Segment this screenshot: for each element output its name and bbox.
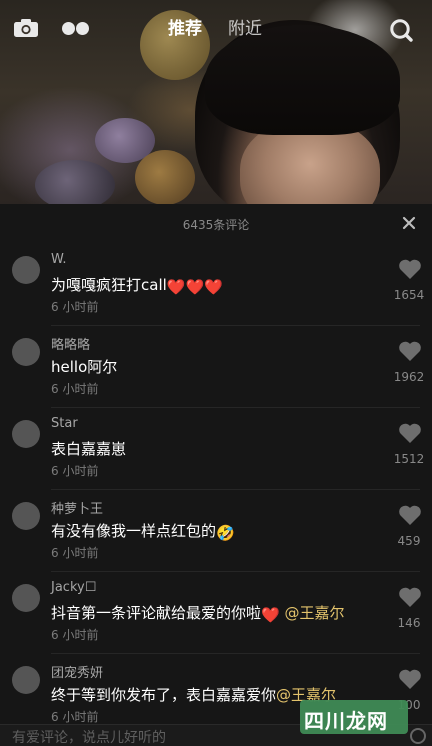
avatar[interactable]	[12, 420, 40, 448]
like-heart-icon[interactable]	[398, 258, 422, 280]
like-count: 1962	[393, 370, 425, 384]
like-heart-icon[interactable]	[398, 340, 422, 362]
comment-text: hello阿尔	[51, 358, 118, 376]
comment-time: 6 小时前	[51, 628, 99, 642]
comment-input[interactable]: 有爱评论，说点儿好听的	[12, 727, 166, 746]
video-balloon	[35, 160, 115, 204]
comment-username[interactable]: Star	[51, 416, 78, 431]
mention-link[interactable]: @王嘉尔	[284, 604, 344, 622]
like-count: 459	[397, 534, 421, 548]
comment-item: 略略略 hello阿尔 6 小时前 1962	[0, 326, 432, 408]
top-nav-bar: 推荐 附近	[0, 0, 432, 60]
comment-username[interactable]: 种萝卜王	[51, 498, 103, 517]
avatar[interactable]	[12, 502, 40, 530]
like-heart-icon[interactable]	[398, 586, 422, 608]
laugh-emoji: 🤣	[216, 524, 235, 542]
comment-item: W. 为嘎嘎疯狂打call❤️❤️❤️ 6 小时前 1654	[0, 244, 432, 326]
avatar[interactable]	[12, 256, 40, 284]
comment-time: 6 小时前	[51, 546, 99, 560]
comment-time: 6 小时前	[51, 382, 99, 396]
close-icon[interactable]	[402, 216, 416, 230]
video-preview[interactable]: 推荐 附近	[0, 0, 432, 204]
comments-header: 6435条评论	[0, 204, 432, 244]
comment-item: Jacky☐ 抖音第一条评论献给最爱的你啦❤️ @王嘉尔 6 小时前 146	[0, 572, 432, 654]
tab-nearby[interactable]: 附近	[228, 18, 262, 40]
comment-count: 6435条评论	[182, 218, 250, 232]
comment-item: 种萝卜王 有没有像我一样点红包的🤣 6 小时前 459	[0, 490, 432, 572]
avatar[interactable]	[12, 584, 40, 612]
comment-time: 6 小时前	[51, 710, 99, 724]
like-count: 1512	[393, 452, 425, 466]
watermark-text: 四川龙网	[304, 709, 388, 733]
comment-text: 有没有像我一样点红包的🤣	[51, 522, 235, 542]
avatar[interactable]	[12, 666, 40, 694]
tab-recommend[interactable]: 推荐	[168, 18, 202, 40]
like-heart-icon[interactable]	[398, 422, 422, 444]
comment-text: 表白嘉嘉崽	[51, 440, 127, 458]
comment-username[interactable]: W.	[51, 252, 67, 267]
heart-emoji: ❤️	[261, 606, 280, 624]
like-count: 146	[397, 616, 421, 630]
heart-emoji: ❤️❤️❤️	[166, 278, 223, 296]
comment-text: 抖音第一条评论献给最爱的你啦❤️ @王嘉尔	[51, 604, 345, 624]
like-count: 1654	[393, 288, 425, 302]
comment-username[interactable]: 团宠秀妍	[51, 662, 103, 681]
search-icon[interactable]	[389, 18, 413, 42]
camera-icon[interactable]	[14, 19, 38, 37]
video-balloon	[135, 150, 195, 204]
at-mention-icon[interactable]	[410, 728, 426, 744]
comment-text: 终于等到你发布了，表白嘉嘉爱你@王嘉尔	[51, 686, 337, 704]
like-heart-icon[interactable]	[398, 668, 422, 690]
comment-username[interactable]: 略略略	[51, 334, 90, 353]
comments-panel: 6435条评论 W. 为嘎嘎疯狂打call❤️❤️❤️ 6 小时前 1654 略…	[0, 204, 432, 746]
live-dots-icon[interactable]	[62, 22, 90, 36]
comment-item: Star 表白嘉嘉崽 6 小时前 1512	[0, 408, 432, 490]
avatar[interactable]	[12, 338, 40, 366]
comment-username[interactable]: Jacky☐	[51, 580, 96, 595]
like-heart-icon[interactable]	[398, 504, 422, 526]
comment-text: 为嘎嘎疯狂打call❤️❤️❤️	[51, 276, 223, 296]
comment-time: 6 小时前	[51, 300, 99, 314]
comment-time: 6 小时前	[51, 464, 99, 478]
